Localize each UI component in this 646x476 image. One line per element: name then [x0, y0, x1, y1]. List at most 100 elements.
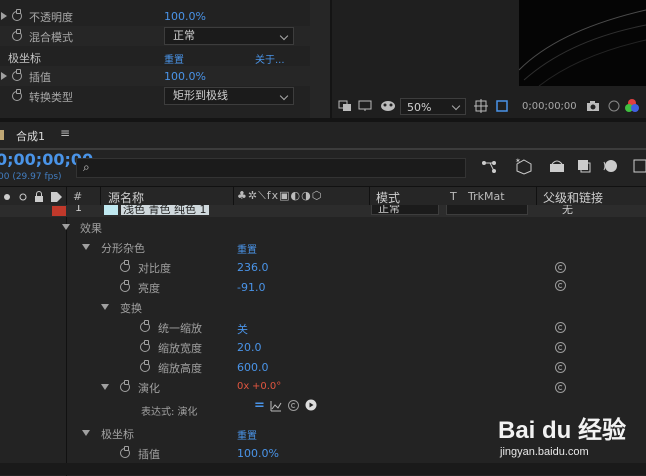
polar-reset-link[interactable]: 重置: [164, 51, 184, 66]
col-t: T: [450, 190, 457, 203]
col-mode[interactable]: 模式: [376, 189, 400, 206]
col-parent[interactable]: 父级和链接: [543, 189, 603, 206]
blend-mode-dropdown[interactable]: 正常: [164, 27, 294, 45]
trkmat-dropdown[interactable]: [446, 205, 528, 215]
timeline-tab-bar: 合成1 ≡: [0, 122, 646, 150]
tab-menu-icon[interactable]: ≡: [60, 126, 70, 140]
evolution-degrees[interactable]: +0.0°: [252, 381, 281, 392]
layer-thumbnail: [104, 205, 118, 215]
uniform-scale-value[interactable]: 关: [237, 321, 248, 337]
mask-icon[interactable]: [380, 100, 396, 112]
graph-editor-icon[interactable]: [632, 158, 646, 174]
polar-effect-row: 极坐标 重置 关于...: [0, 46, 310, 66]
stopwatch-icon[interactable]: [12, 89, 22, 101]
stopwatch-icon[interactable]: [120, 280, 130, 292]
svg-text:✶: ✶: [515, 157, 521, 165]
expand-arrow-icon[interactable]: [1, 72, 7, 80]
expression-pick-whip-icon[interactable]: [288, 400, 299, 411]
col-hash: #: [73, 190, 83, 203]
motion-blur-icon[interactable]: [602, 158, 618, 174]
brightness-label: 亮度: [138, 282, 160, 295]
stopwatch-icon[interactable]: [140, 340, 150, 352]
monitor-icon[interactable]: [358, 100, 372, 112]
evolution-row: 演化 0x +0.0°: [0, 377, 646, 397]
shy-icon[interactable]: [548, 158, 566, 174]
expand-arrow-icon[interactable]: [82, 430, 90, 436]
zoom-value: 50%: [407, 101, 432, 114]
polar-reset-link[interactable]: 重置: [237, 427, 257, 442]
comp-flowchart-icon[interactable]: [480, 159, 498, 175]
frame-blending-icon[interactable]: [576, 158, 592, 174]
video-eye-icon[interactable]: [2, 192, 12, 202]
draft-3d-icon[interactable]: ✶: [514, 157, 534, 175]
layer-mode-dropdown[interactable]: 正常: [371, 205, 439, 215]
expand-arrow-icon[interactable]: [101, 304, 109, 310]
label-color[interactable]: [52, 206, 66, 216]
viewer-toolbar: 50% 0;00;00;00: [336, 98, 646, 116]
col-source-name[interactable]: 源名称: [108, 189, 144, 206]
zoom-dropdown[interactable]: 50%: [400, 98, 466, 115]
contrast-value[interactable]: 236.0: [237, 261, 269, 274]
expression-language-menu-icon[interactable]: [305, 399, 317, 411]
opacity-value[interactable]: 100.0%: [164, 10, 206, 23]
region-icon[interactable]: [338, 100, 352, 112]
solo-icon[interactable]: [18, 192, 28, 202]
comp-tab-label[interactable]: 合成1: [16, 128, 45, 144]
convert-type-label: 转换类型: [29, 91, 73, 104]
stopwatch-icon[interactable]: [120, 446, 130, 458]
graph-icon[interactable]: [270, 400, 282, 412]
layer-search-input[interactable]: ⌕: [76, 158, 466, 178]
transparency-grid-icon[interactable]: [494, 98, 510, 114]
pick-whip-icon[interactable]: [555, 322, 566, 333]
polar-about-link[interactable]: 关于...: [255, 51, 285, 66]
viewer-timecode[interactable]: 0;00;00;00: [522, 101, 577, 112]
scale-width-value[interactable]: 20.0: [237, 341, 262, 354]
stopwatch-icon[interactable]: [12, 69, 22, 81]
show-snapshot-icon[interactable]: [608, 100, 620, 112]
pick-whip-icon[interactable]: [555, 382, 566, 393]
camera-icon[interactable]: [586, 100, 600, 112]
blend-mode-label: 混合模式: [29, 31, 73, 44]
expand-arrow-icon[interactable]: [101, 384, 109, 390]
col-trkmat[interactable]: TrkMat: [468, 190, 505, 203]
layer-row[interactable]: 1 浅色 青色 纯色 1 正常 无: [0, 205, 646, 217]
brightness-value[interactable]: -91.0: [237, 281, 265, 294]
pick-whip-icon[interactable]: [555, 262, 566, 273]
lock-icon[interactable]: [34, 191, 44, 203]
pick-whip-icon[interactable]: [555, 280, 566, 291]
evolution-label: 演化: [138, 382, 160, 395]
convert-type-dropdown[interactable]: 矩形到极线: [164, 87, 294, 105]
stopwatch-icon[interactable]: [12, 29, 22, 41]
transform-group-row[interactable]: 变换: [0, 297, 646, 317]
color-channels-icon[interactable]: [624, 98, 640, 114]
expand-arrow-icon[interactable]: [62, 224, 70, 230]
expand-arrow-icon[interactable]: [82, 244, 90, 250]
scale-height-value[interactable]: 600.0: [237, 361, 269, 374]
stopwatch-icon[interactable]: [140, 320, 150, 332]
layer-parent-value[interactable]: 无: [562, 205, 573, 217]
expand-arrow-icon[interactable]: [1, 12, 7, 20]
label-tag-icon[interactable]: [50, 191, 64, 203]
pick-whip-icon[interactable]: [555, 362, 566, 373]
composition-preview[interactable]: [519, 0, 646, 86]
fractal-reset-link[interactable]: 重置: [237, 241, 257, 256]
tab-underline: [0, 148, 646, 150]
interpolation-row: 插值 100.0%: [0, 66, 310, 86]
stopwatch-icon[interactable]: [140, 360, 150, 372]
stopwatch-icon[interactable]: [12, 9, 22, 21]
evolution-revolutions[interactable]: 0x: [237, 381, 249, 392]
stopwatch-icon[interactable]: [120, 380, 130, 392]
watermark-brand: Bai du 经验: [498, 417, 627, 444]
pick-whip-icon[interactable]: [555, 342, 566, 353]
contrast-row: 对比度 236.0: [0, 257, 646, 277]
column-divider: [100, 186, 101, 206]
panel-scroll-area[interactable]: [310, 0, 330, 118]
polar-interpolation-value[interactable]: 100.0%: [237, 447, 279, 460]
enable-expression-icon[interactable]: =: [254, 398, 265, 413]
effects-group-row[interactable]: 效果: [0, 217, 646, 237]
layer-name-box[interactable]: 浅色 青色 纯色 1: [121, 205, 209, 216]
grid-icon[interactable]: [474, 99, 488, 113]
interpolation-value[interactable]: 100.0%: [164, 70, 206, 83]
stopwatch-icon[interactable]: [120, 260, 130, 272]
fractal-noise-row[interactable]: 分形杂色 重置: [0, 237, 646, 257]
